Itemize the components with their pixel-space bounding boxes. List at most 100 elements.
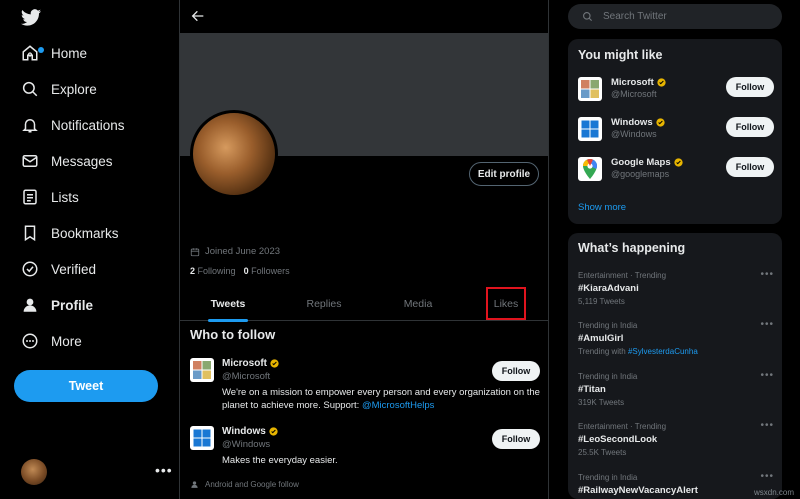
calendar-icon [190,247,200,257]
bio-link[interactable]: @MicrosoftHelps [362,400,434,411]
account-menu-icon[interactable]: ••• [155,462,173,478]
trend-context: Trending in India [578,372,638,381]
whats-happening-title: What’s happening [578,241,686,255]
follow-context: Android and Google follow [190,480,299,489]
trend-context: Trending in India [578,321,638,330]
highlight-box [486,287,526,320]
tab-label: Media [403,297,433,310]
followers-link[interactable]: 0 Followers [244,266,290,276]
list-icon [21,188,39,206]
sidebar-item-label: Messages [51,153,113,169]
tab-label: Tweets [210,297,246,310]
back-arrow-icon[interactable] [190,8,206,24]
account-avatar[interactable] [21,459,47,485]
more-options-icon[interactable]: ••• [760,420,774,431]
edit-profile-button[interactable]: Edit profile [469,162,539,186]
account-name-text: Microsoft [222,358,267,369]
follow-counts: 2 Following 0 Followers [190,266,290,276]
tweet-button[interactable]: Tweet [14,370,158,402]
trend-item[interactable]: Entertainment · Trending #KiaraAdvani 5,… [578,269,774,306]
sidebar-item-more[interactable]: More [14,325,82,357]
sidebar-item-messages[interactable]: Messages [14,145,113,177]
windows-logo-icon [578,117,602,141]
account-handle: @Windows [222,439,271,450]
search-icon [21,80,39,98]
trend-context: Entertainment · Trending [578,271,667,280]
verified-badge-icon [270,359,279,368]
follow-context-text: Android and Google follow [205,480,299,489]
account-handle: @Microsoft [611,89,657,99]
account-name: Windows [222,426,278,437]
trend-item[interactable]: Entertainment · Trending #LeoSecondLook … [578,420,774,457]
trend-topic: #Titan [578,384,606,395]
follow-button[interactable]: Follow [492,429,540,449]
trend-item[interactable]: Trending in India #RailwayNewVacancyAler… [578,471,774,496]
sidebar-item-profile[interactable]: Profile [14,289,93,321]
more-options-icon[interactable]: ••• [760,319,774,330]
you-might-like-title: You might like [578,48,663,62]
envelope-icon [21,152,39,170]
trend-item[interactable]: Trending in India #Titan 319K Tweets ••• [578,370,774,407]
profile-avatar[interactable] [190,110,278,198]
follow-button[interactable]: Follow [492,361,540,381]
suggestion-microsoft[interactable]: Microsoft @Microsoft Follow [578,77,774,103]
more-options-icon[interactable]: ••• [760,471,774,482]
sidebar-item-label: Home [51,45,88,61]
trend-topic: #AmulGirl [578,333,624,344]
sidebar-item-home[interactable]: Home [14,37,87,69]
follow-button[interactable]: Follow [726,77,774,97]
sidebar-item-label: Explore [51,81,97,97]
trend-count: 5,119 Tweets [578,297,625,306]
account-handle: @Windows [611,129,657,139]
microsoft-logo-icon [190,358,214,382]
twitter-bird-icon[interactable] [20,7,42,29]
follow-button[interactable]: Follow [726,157,774,177]
sidebar-item-verified[interactable]: Verified [14,253,96,285]
search-icon [582,11,593,22]
trend-topic: #KiaraAdvani [578,283,639,294]
active-tab-indicator [208,319,248,322]
left-sidebar: Home Explore Notifications Messages List… [0,0,179,499]
sidebar-item-label: Bookmarks [51,225,119,241]
suggestion-microsoft[interactable]: Microsoft @Microsoft We're on a mission … [190,358,542,418]
follow-button[interactable]: Follow [726,117,774,137]
trend-related-link[interactable]: #SylvesterdaCunha [628,347,698,356]
home-icon [21,44,44,62]
account-name-text: Windows [222,426,266,437]
followers-count: 0 [243,266,249,276]
verified-icon [21,260,39,278]
sidebar-item-label: Notifications [51,117,125,133]
trend-topic: #LeoSecondLook [578,434,658,445]
show-more-link[interactable]: Show more [578,202,626,213]
account-name: Microsoft [222,358,279,369]
search-input[interactable]: Search Twitter [568,4,782,29]
more-options-icon[interactable]: ••• [760,370,774,381]
joined-date: Joined June 2023 [190,246,280,257]
tab-label: Replies [306,297,342,310]
verified-badge-icon [674,158,683,167]
right-sidebar: Search Twitter You might like Microsoft … [549,0,800,499]
trend-count: 25.5K Tweets [578,448,627,457]
tab-replies[interactable]: Replies [276,286,372,321]
microsoft-logo-icon [578,77,602,101]
account-name-text: Microsoft [611,77,654,88]
sidebar-item-lists[interactable]: Lists [14,181,79,213]
suggestion-windows[interactable]: Windows @Windows Makes the everyday easi… [190,426,542,470]
suggestion-windows[interactable]: Windows @Windows Follow [578,117,774,143]
tab-tweets[interactable]: Tweets [180,286,276,322]
person-icon [190,480,199,489]
sidebar-item-notifications[interactable]: Notifications [14,109,125,141]
person-icon [21,296,39,314]
bio-text: Makes the everyday easier. [222,455,338,466]
trend-item[interactable]: Trending in India #AmulGirl Trending wit… [578,319,774,356]
tab-media[interactable]: Media [370,286,466,321]
following-link[interactable]: 2 Following [190,266,236,276]
sidebar-item-explore[interactable]: Explore [14,73,97,105]
suggestion-google-maps[interactable]: Google Maps @googlemaps Follow [578,157,774,183]
bookmark-icon [21,224,39,242]
sidebar-item-bookmarks[interactable]: Bookmarks [14,217,119,249]
sidebar-item-label: Profile [51,297,94,313]
account-name: Microsoft [611,77,666,88]
more-options-icon[interactable]: ••• [760,269,774,280]
account-name-text: Windows [611,117,653,128]
